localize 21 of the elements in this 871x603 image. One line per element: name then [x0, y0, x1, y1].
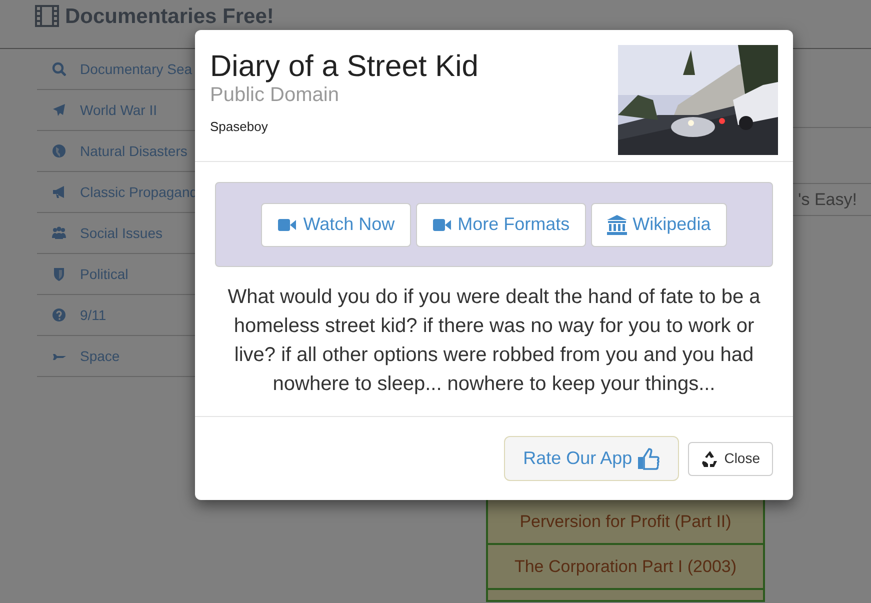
shield-icon	[52, 267, 66, 281]
documentary-item[interactable]: Perversion for Profit (Part II)	[486, 500, 765, 545]
app-title: Documentaries Free!	[65, 6, 274, 26]
rate-button[interactable]: Rate Our App	[504, 436, 680, 481]
documentary-item[interactable]	[486, 590, 765, 602]
megaphone-icon	[52, 185, 66, 199]
airplane-icon	[52, 103, 66, 117]
question-icon	[52, 308, 66, 322]
documentary-item[interactable]: The Corporation Part I (2003)	[486, 545, 765, 590]
close-button[interactable]: Close	[688, 442, 773, 476]
video-camera-icon	[277, 216, 298, 232]
video-camera-icon	[432, 216, 452, 232]
bank-icon	[606, 214, 627, 234]
link-button[interactable]: Watch Now	[261, 202, 411, 246]
link-button[interactable]: More Formats	[416, 202, 586, 246]
search-icon	[52, 62, 66, 76]
film-icon	[35, 5, 59, 27]
link-button[interactable]: Wikipedia	[590, 202, 727, 246]
recycle-icon	[701, 450, 720, 468]
thumbs-up-icon	[636, 446, 660, 470]
people-icon	[52, 226, 66, 240]
